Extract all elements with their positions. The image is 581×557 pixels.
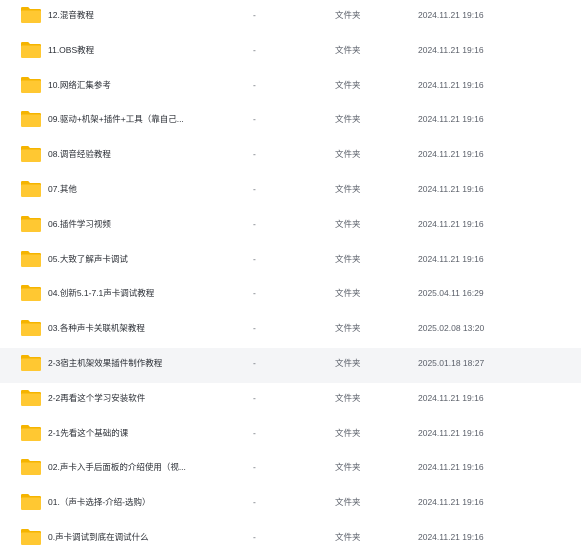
- file-row[interactable]: 10.网络汇集参考 - 文件夹 2024.11.21 19:16: [0, 70, 581, 105]
- file-row[interactable]: 03.各种声卡关联机架教程 - 文件夹 2025.02.08 13:20: [0, 313, 581, 348]
- file-row[interactable]: 05.大致了解声卡调试 - 文件夹 2024.11.21 19:16: [0, 244, 581, 279]
- file-size: -: [253, 392, 256, 403]
- file-name[interactable]: 2-2再看这个学习安装软件: [48, 392, 145, 404]
- file-name[interactable]: 11.OBS教程: [48, 44, 94, 56]
- file-type: 文件夹: [335, 427, 361, 438]
- folder-icon: [20, 424, 42, 442]
- file-type: 文件夹: [335, 218, 361, 229]
- file-name[interactable]: 09.驱动+机架+插件+工具（靠自己...: [48, 113, 184, 125]
- folder-icon: [20, 76, 42, 94]
- file-size: -: [253, 462, 256, 473]
- file-name[interactable]: 03.各种声卡关联机架教程: [48, 322, 145, 334]
- file-row[interactable]: 11.OBS教程 - 文件夹 2024.11.21 19:16: [0, 35, 581, 70]
- folder-icon: [20, 250, 42, 268]
- folder-icon: [20, 284, 42, 302]
- file-name[interactable]: 04.创新5.1-7.1声卡调试教程: [48, 287, 154, 299]
- file-size: -: [253, 79, 256, 90]
- file-row[interactable]: 12.混音教程 - 文件夹 2024.11.21 19:16: [0, 0, 581, 35]
- file-name[interactable]: 05.大致了解声卡调试: [48, 253, 128, 265]
- folder-icon: [20, 354, 42, 372]
- file-row[interactable]: 02.声卡入手后面板的介绍使用（视... - 文件夹 2024.11.21 19:16: [0, 452, 581, 487]
- file-modified-date: 2024.11.21 19:16: [418, 392, 484, 403]
- file-size: -: [253, 357, 256, 368]
- file-type: 文件夹: [335, 462, 361, 473]
- file-type: 文件夹: [335, 497, 361, 508]
- file-type: 文件夹: [335, 183, 361, 194]
- file-modified-date: 2024.11.21 19:16: [418, 427, 484, 438]
- folder-icon: [20, 145, 42, 163]
- file-row[interactable]: 2-2再看这个学习安装软件 - 文件夹 2024.11.21 19:16: [0, 383, 581, 418]
- file-modified-date: 2024.11.21 19:16: [418, 531, 484, 542]
- folder-icon: [20, 319, 42, 337]
- file-name[interactable]: 01.（声卡选择-介绍-选购）: [48, 496, 150, 508]
- file-modified-date: 2024.11.21 19:16: [418, 462, 484, 473]
- file-list: 12.混音教程 - 文件夹 2024.11.21 19:16 11.OBS教程 - 文件夹 2…: [0, 0, 581, 550]
- file-row[interactable]: 04.创新5.1-7.1声卡调试教程 - 文件夹 2025.04.11 16:29: [0, 278, 581, 313]
- file-size: -: [253, 183, 256, 194]
- folder-icon: [20, 528, 42, 546]
- file-size: -: [253, 218, 256, 229]
- folder-icon: [20, 493, 42, 511]
- file-modified-date: 2024.11.21 19:16: [418, 114, 484, 125]
- folder-icon: [20, 6, 42, 24]
- file-modified-date: 2024.11.21 19:16: [418, 183, 484, 194]
- file-row[interactable]: 2-3宿主机架效果插件制作教程 - 文件夹 2025.01.18 18:27: [0, 347, 581, 383]
- file-modified-date: 2024.11.21 19:16: [418, 79, 484, 90]
- file-name[interactable]: 10.网络汇集参考: [48, 79, 111, 91]
- file-row[interactable]: 0.声卡调试到底在调试什么 - 文件夹 2024.11.21 19:16: [0, 522, 581, 557]
- file-name[interactable]: 08.调音经验教程: [48, 148, 111, 160]
- file-type: 文件夹: [335, 392, 361, 403]
- file-row[interactable]: 09.驱动+机架+插件+工具（靠自己... - 文件夹 2024.11.21 19:1…: [0, 104, 581, 139]
- file-modified-date: 2024.11.21 19:16: [418, 10, 484, 20]
- file-modified-date: 2025.02.08 13:20: [418, 323, 485, 334]
- file-size: -: [253, 497, 256, 508]
- folder-icon: [20, 41, 42, 59]
- folder-icon: [20, 180, 42, 198]
- file-size: -: [253, 114, 256, 125]
- file-modified-date: 2025.04.11 16:29: [418, 288, 484, 299]
- file-type: 文件夹: [335, 10, 361, 20]
- file-type: 文件夹: [335, 114, 361, 125]
- file-type: 文件夹: [335, 79, 361, 90]
- file-type: 文件夹: [335, 149, 361, 160]
- file-name[interactable]: 2-3宿主机架效果插件制作教程: [48, 357, 162, 369]
- file-row[interactable]: 07.其他 - 文件夹 2024.11.21 19:16: [0, 174, 581, 209]
- folder-icon: [20, 389, 42, 407]
- file-type: 文件夹: [335, 253, 361, 264]
- file-type: 文件夹: [335, 44, 361, 55]
- file-size: -: [253, 323, 256, 334]
- file-size: -: [253, 10, 256, 20]
- folder-icon: [20, 110, 42, 128]
- file-name[interactable]: 06.插件学习视频: [48, 218, 111, 230]
- file-type: 文件夹: [335, 323, 361, 334]
- file-row[interactable]: 08.调音经验教程 - 文件夹 2024.11.21 19:16: [0, 139, 581, 174]
- file-modified-date: 2024.11.21 19:16: [418, 253, 484, 264]
- file-size: -: [253, 253, 256, 264]
- file-row[interactable]: 06.插件学习视频 - 文件夹 2024.11.21 19:16: [0, 209, 581, 244]
- file-modified-date: 2024.11.21 19:16: [418, 497, 484, 508]
- file-size: -: [253, 427, 256, 438]
- file-name[interactable]: 2-1先看这个基础的课: [48, 427, 128, 439]
- file-type: 文件夹: [335, 357, 361, 368]
- file-size: -: [253, 288, 256, 299]
- folder-icon: [20, 215, 42, 233]
- file-row[interactable]: 01.（声卡选择-介绍-选购） - 文件夹 2024.11.21 19:16: [0, 487, 581, 522]
- file-name[interactable]: 02.声卡入手后面板的介绍使用（视...: [48, 461, 186, 473]
- file-name[interactable]: 12.混音教程: [48, 9, 94, 21]
- file-modified-date: 2025.01.18 18:27: [418, 357, 485, 368]
- file-modified-date: 2024.11.21 19:16: [418, 44, 484, 55]
- file-row[interactable]: 2-1先看这个基础的课 - 文件夹 2024.11.21 19:16: [0, 418, 581, 453]
- folder-icon: [20, 458, 42, 476]
- file-modified-date: 2024.11.21 19:16: [418, 149, 484, 160]
- file-name[interactable]: 0.声卡调试到底在调试什么: [48, 531, 149, 543]
- file-type: 文件夹: [335, 288, 361, 299]
- file-size: -: [253, 531, 256, 542]
- file-modified-date: 2024.11.21 19:16: [418, 218, 484, 229]
- file-size: -: [253, 149, 256, 160]
- file-name[interactable]: 07.其他: [48, 183, 77, 195]
- file-size: -: [253, 44, 256, 55]
- file-type: 文件夹: [335, 531, 361, 542]
